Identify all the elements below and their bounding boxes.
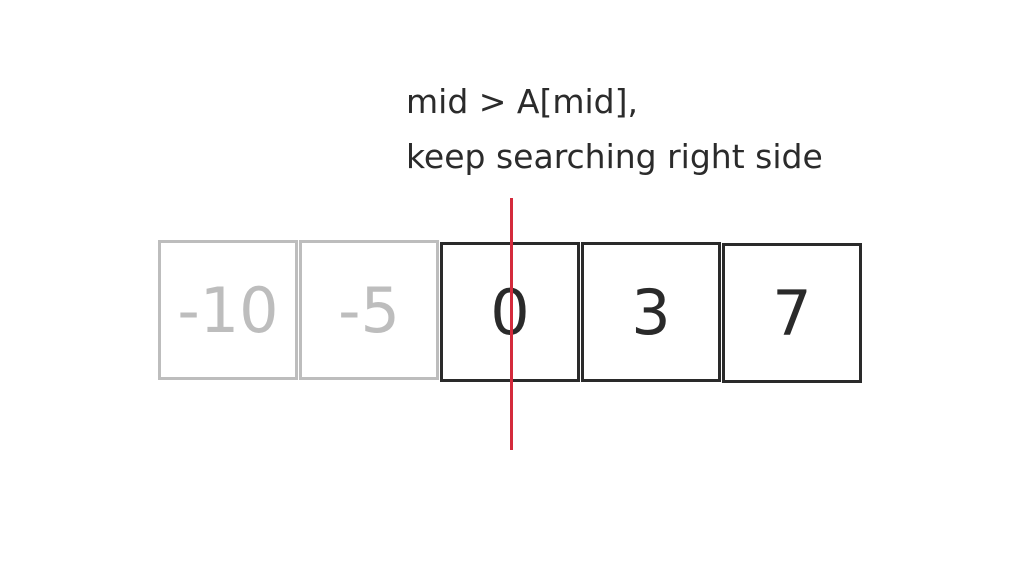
array-cell-4: 7 [722, 243, 862, 383]
explanation-caption: mid > A[mid], keep searching right side [406, 74, 823, 184]
caption-line-condition: mid > A[mid], [406, 82, 638, 121]
array-cell-1: -5 [299, 240, 439, 380]
caption-line-action: keep searching right side [406, 137, 823, 176]
array-cell-3: 3 [581, 242, 721, 382]
mid-marker-line [510, 198, 513, 450]
array-cell-0: -10 [158, 240, 298, 380]
